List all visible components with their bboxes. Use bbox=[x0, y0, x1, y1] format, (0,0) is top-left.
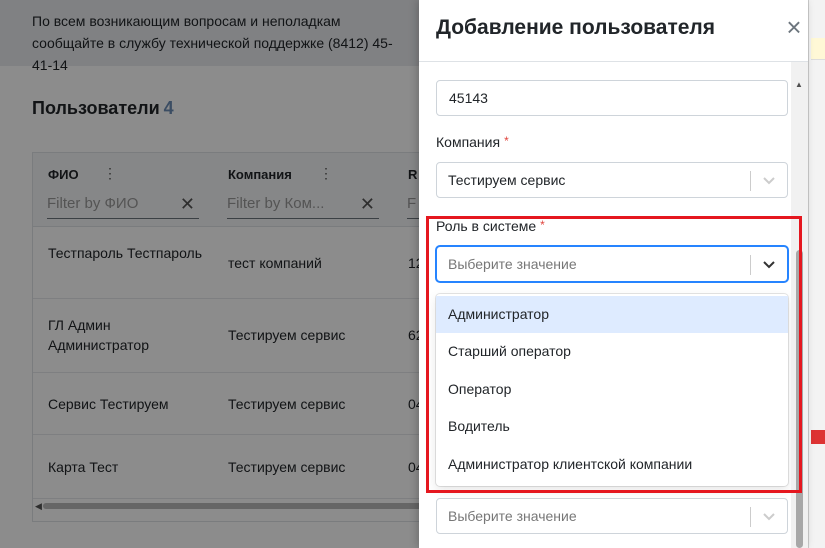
adjacent-window-edge bbox=[808, 0, 825, 548]
select-separator bbox=[750, 171, 751, 191]
highlight-annotation bbox=[426, 216, 802, 493]
next-select-placeholder: Выберите значение bbox=[448, 508, 577, 524]
modal-header: Добавление пользователя × bbox=[419, 0, 808, 62]
scroll-up-icon[interactable]: ▲ bbox=[795, 80, 803, 89]
company-label-text: Компания bbox=[436, 134, 501, 150]
modal-title: Добавление пользователя bbox=[436, 16, 716, 39]
required-mark: * bbox=[504, 134, 509, 148]
code-input[interactable]: 45143 bbox=[436, 80, 788, 116]
company-select-value: Тестируем сервис bbox=[448, 172, 566, 188]
select-separator bbox=[750, 507, 751, 527]
close-icon[interactable]: × bbox=[781, 14, 807, 40]
company-select[interactable]: Тестируем сервис bbox=[436, 162, 788, 198]
chevron-down-icon[interactable] bbox=[761, 508, 777, 524]
chevron-down-icon[interactable] bbox=[761, 172, 777, 188]
next-select[interactable]: Выберите значение bbox=[436, 498, 788, 534]
company-label: Компания * bbox=[436, 134, 509, 150]
